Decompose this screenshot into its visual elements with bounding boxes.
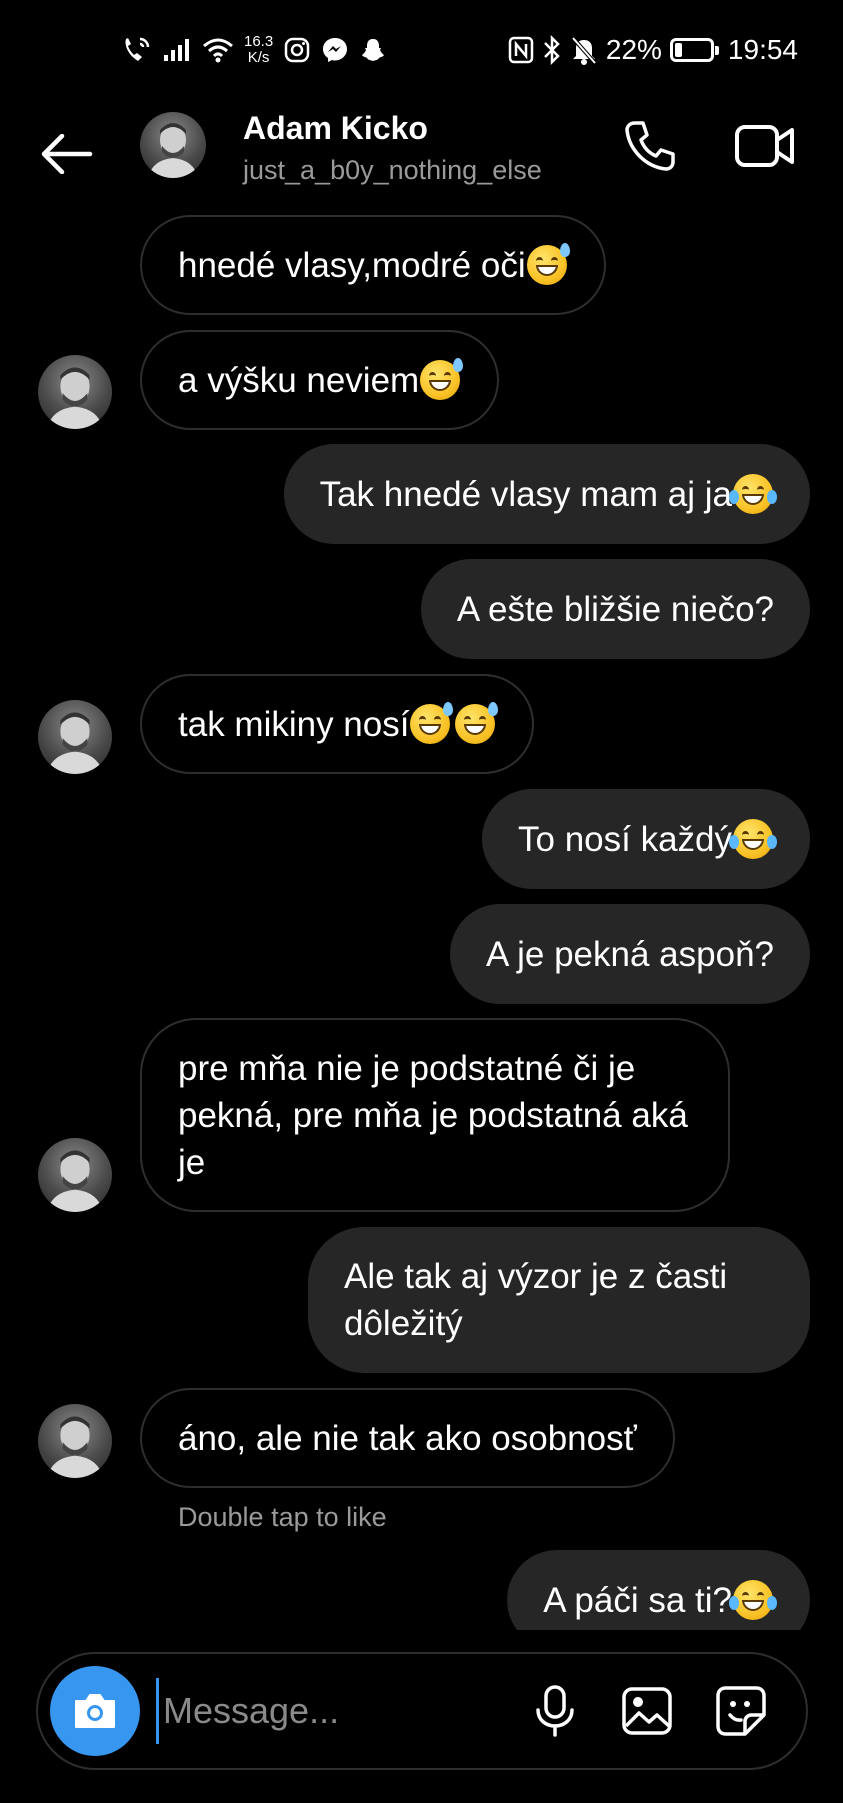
double-tap-hint: Double tap to like [178, 1502, 387, 1532]
message-text: tak mikiny nosí [178, 704, 410, 744]
message-avatar[interactable] [38, 1404, 112, 1478]
message-bubble-incoming[interactable]: pre mňa nie je podstatné či je pekná, pr… [140, 1018, 730, 1212]
grinning-sweat-emoji-icon [420, 358, 464, 400]
message-text: Tak hnedé vlasy mam aj ja [319, 474, 732, 514]
message-avatar[interactable] [38, 1138, 112, 1212]
message-text: pre mňa nie je podstatné či je pekná, pr… [178, 1048, 688, 1182]
message-bubble-incoming[interactable]: a výšku neviem [140, 330, 500, 430]
battery-icon [669, 38, 719, 62]
message-text: áno, ale nie tak ako osobnosť [178, 1418, 637, 1458]
gallery-button[interactable] [616, 1680, 678, 1742]
battery-fill [674, 43, 683, 57]
message-text: A ešte bližšie niečo? [456, 589, 774, 629]
network-speed-unit: K/s [247, 49, 270, 66]
network-speed: 16.3 K/s [244, 34, 273, 66]
message-bubble-incoming[interactable]: tak mikiny nosí [140, 674, 535, 774]
arrow-left-icon [41, 134, 93, 174]
chat-header: Adam Kicko just_a_b0y_nothing_else [0, 100, 843, 210]
video-call-button[interactable] [730, 114, 800, 178]
wifi-calling-icon [125, 37, 150, 61]
network-speed-value: 16.3 [244, 33, 274, 50]
avatar-face-icon [46, 1416, 104, 1478]
image-icon [622, 1687, 672, 1735]
video-camera-icon [735, 125, 794, 167]
message-bubble-outgoing[interactable]: A ešte bližšie niečo? [420, 559, 810, 659]
tears-of-joy-emoji-icon [729, 1580, 777, 1620]
header-avatar[interactable] [140, 112, 206, 178]
message-text: A je pekná aspoň? [485, 934, 774, 974]
message-bubble-incoming[interactable]: hnedé vlasy,modré oči [140, 215, 606, 315]
signal-icon [164, 39, 189, 61]
camera-icon [75, 1694, 115, 1728]
back-button[interactable] [34, 122, 98, 186]
status-bar: 16.3 K/s 22% 19:54 [0, 0, 843, 100]
grinning-sweat-emoji-icon [455, 702, 499, 744]
message-avatar[interactable] [38, 700, 112, 774]
instagram-icon [284, 37, 310, 63]
message-avatar[interactable] [38, 355, 112, 429]
contact-username[interactable]: just_a_b0y_nothing_else [243, 155, 542, 186]
grinning-sweat-emoji-icon [410, 702, 454, 744]
messenger-icon [323, 38, 348, 62]
avatar-face-icon [46, 367, 104, 429]
status-left: 16.3 K/s [120, 30, 387, 70]
message-input[interactable] [156, 1678, 536, 1744]
message-text: Ale tak aj výzor je z časti dôležitý [344, 1257, 728, 1343]
avatar-face-icon [46, 712, 104, 774]
battery-percent: 22% [605, 34, 662, 65]
nfc-icon [508, 36, 534, 64]
message-text: A páči sa ti? [543, 1580, 732, 1620]
tears-of-joy-emoji-icon [729, 474, 777, 514]
bluetooth-icon [543, 35, 560, 65]
message-composer [36, 1652, 808, 1770]
contact-name[interactable]: Adam Kicko [243, 110, 428, 147]
avatar-face-icon [46, 1150, 104, 1212]
message-bubble-outgoing[interactable]: A je pekná aspoň? [449, 904, 810, 1004]
voice-message-button[interactable] [524, 1680, 586, 1742]
avatar-face-icon [148, 123, 198, 178]
wifi-icon [203, 38, 233, 63]
message-bubble-outgoing[interactable]: To nosí každý [482, 789, 810, 889]
message-bubble-outgoing[interactable]: Tak hnedé vlasy mam aj ja [283, 444, 810, 544]
phone-icon [625, 121, 675, 171]
bell-muted-icon [571, 36, 597, 65]
message-bubble-incoming[interactable]: áno, ale nie tak ako osobnosť [140, 1388, 675, 1488]
status-time: 19:54 [727, 34, 798, 65]
camera-button[interactable] [50, 1666, 140, 1756]
status-right: 22% 19:54 [508, 30, 798, 70]
sticker-button[interactable] [710, 1680, 772, 1742]
grinning-sweat-emoji-icon [526, 243, 570, 285]
microphone-icon [536, 1685, 574, 1737]
audio-call-button[interactable] [618, 114, 682, 178]
message-bubble-outgoing[interactable]: Ale tak aj výzor je z časti dôležitý [308, 1227, 810, 1373]
message-bubble-outgoing[interactable]: A páči sa ti? [507, 1550, 810, 1630]
snapchat-icon [362, 39, 385, 61]
message-text: a výšku neviem [178, 360, 420, 400]
message-text: To nosí každý [518, 819, 732, 859]
message-text: hnedé vlasy,modré oči [178, 245, 526, 285]
tears-of-joy-emoji-icon [729, 819, 777, 859]
sticker-icon [716, 1686, 766, 1736]
